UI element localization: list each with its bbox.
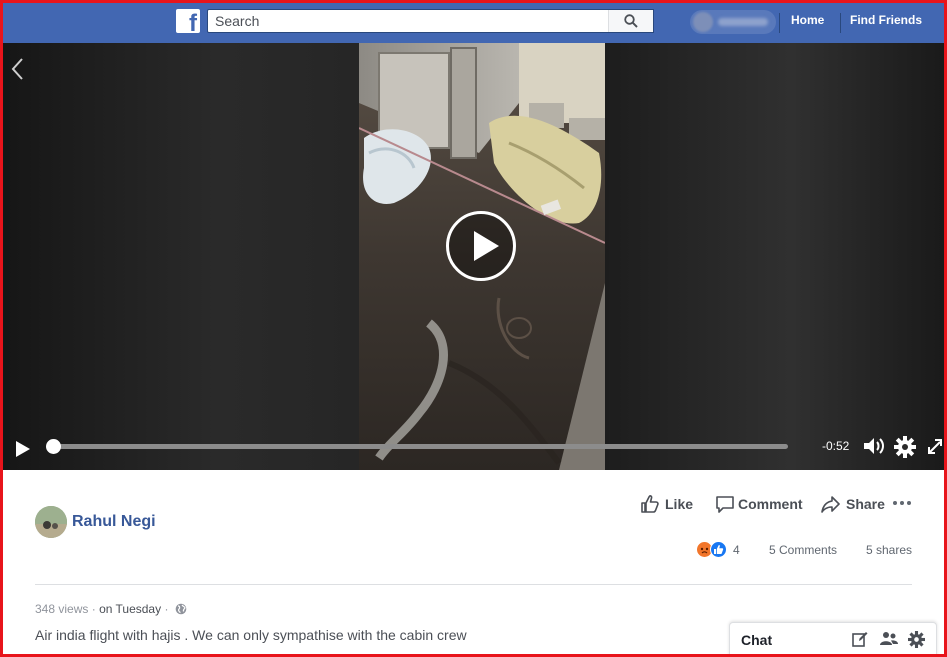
play-control-icon[interactable] [15, 440, 31, 458]
video-blur-right [605, 43, 944, 470]
back-arrow-icon[interactable] [11, 57, 25, 81]
facebook-logo-icon[interactable]: f [176, 9, 200, 36]
separator-dot: · [91, 602, 100, 616]
post-stats: 348 views · on Tuesday · [35, 602, 187, 616]
play-overlay-button[interactable] [446, 211, 516, 281]
separator-dot: · [164, 602, 172, 616]
comment-label: Comment [738, 496, 803, 512]
like-label: Like [665, 496, 694, 512]
video-blur-left [3, 43, 359, 470]
search-box [207, 9, 654, 33]
reaction-icons[interactable] [696, 541, 730, 559]
home-link[interactable]: Home [791, 13, 824, 27]
nav-divider [779, 13, 780, 33]
volume-icon[interactable] [863, 436, 885, 456]
thumbs-up-icon [641, 495, 659, 513]
find-friends-link[interactable]: Find Friends [850, 13, 922, 27]
comments-count-link[interactable]: 5 Comments [769, 543, 837, 557]
share-button[interactable]: Share [821, 494, 886, 514]
public-globe-icon [175, 603, 187, 615]
video-player[interactable]: -0:52 [3, 43, 944, 470]
comment-bubble-icon [716, 496, 734, 513]
like-reaction-icon [710, 541, 727, 558]
comment-button[interactable]: Comment [715, 494, 805, 514]
play-icon [474, 231, 499, 261]
view-count: 348 views [35, 602, 89, 616]
new-message-icon[interactable] [852, 631, 868, 647]
top-navigation-bar: f Home Find Friends [3, 3, 944, 43]
settings-gear-icon[interactable] [894, 436, 916, 458]
search-icon [624, 14, 638, 28]
search-button[interactable] [608, 10, 653, 32]
author-avatar[interactable] [35, 506, 67, 538]
nav-divider [840, 13, 841, 33]
shares-count-link[interactable]: 5 shares [866, 543, 912, 557]
post-date-link[interactable]: on Tuesday [99, 602, 161, 616]
fullscreen-icon[interactable] [928, 438, 942, 454]
share-label: Share [846, 496, 885, 512]
search-input[interactable] [208, 10, 608, 32]
more-options-icon[interactable] [893, 501, 911, 505]
chat-settings-icon[interactable] [908, 631, 925, 648]
post-caption: Air india flight with hajis . We can onl… [35, 627, 467, 643]
share-arrow-icon [821, 496, 840, 513]
profile-avatar-blurred [693, 12, 713, 32]
video-progress-bar[interactable] [46, 439, 788, 454]
section-divider [35, 584, 912, 585]
video-scrubber-handle[interactable] [46, 439, 61, 454]
author-name-link[interactable]: Rahul Negi [72, 513, 156, 531]
profile-name-blurred [718, 18, 768, 26]
create-group-icon[interactable] [880, 631, 898, 647]
time-remaining: -0:52 [822, 439, 850, 453]
chat-bar[interactable]: Chat [729, 622, 937, 657]
profile-link-blurred[interactable] [690, 10, 776, 34]
reactions-count[interactable]: 4 [733, 543, 740, 557]
like-button[interactable]: Like [640, 494, 695, 514]
chat-label: Chat [741, 632, 773, 648]
